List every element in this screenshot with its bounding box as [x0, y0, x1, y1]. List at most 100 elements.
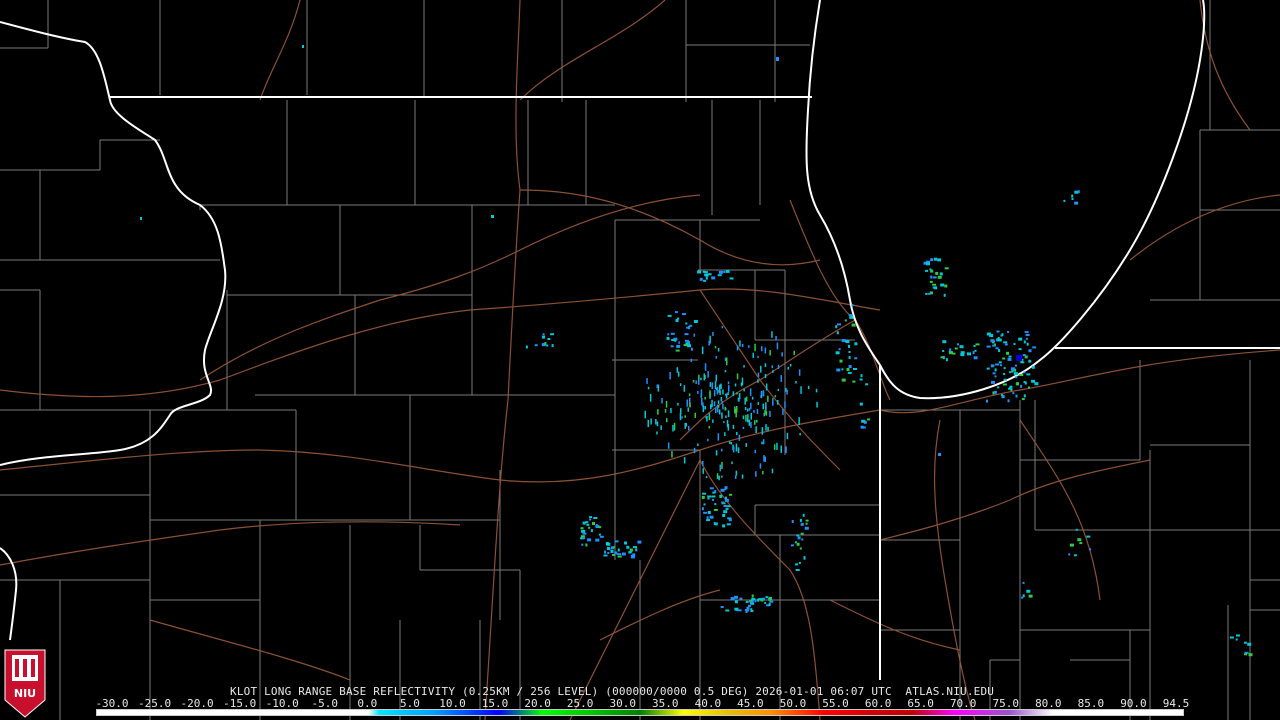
echo-pixel [784, 401, 786, 409]
echo-pixel [695, 380, 697, 385]
echo-pixel [711, 276, 716, 280]
echo-pixel [992, 344, 996, 347]
echo-pixel [804, 526, 809, 530]
echo-pixel [683, 344, 688, 347]
echo-pixel [656, 431, 658, 435]
echo-pixel [647, 419, 649, 428]
echo-pixel [684, 339, 689, 342]
echo-pixel [776, 57, 779, 61]
echo-pixel [751, 597, 756, 600]
echo-pixel [972, 351, 975, 355]
echo-pixel [542, 335, 545, 339]
echo-pixel [715, 407, 717, 413]
echo-pixel [786, 432, 789, 440]
echo-pixel [617, 553, 621, 556]
echo-pixel [700, 389, 703, 397]
echo-pixel [707, 497, 710, 500]
echo-pixel [800, 386, 802, 394]
echo-pixel [730, 442, 733, 445]
echo-pixel [952, 352, 956, 355]
echo-pixel [705, 276, 708, 280]
echo-pixel [747, 417, 749, 423]
echo-pixel [715, 356, 718, 359]
echo-pixel [649, 393, 652, 402]
echo-pixel [865, 383, 869, 386]
echo-pixel [737, 447, 740, 454]
echo-pixel [762, 439, 765, 445]
echo-pixel [754, 420, 756, 425]
echo-pixel [744, 609, 748, 611]
echo-pixel [764, 410, 766, 415]
echo-pixel [1003, 341, 1008, 344]
echo-pixel [772, 398, 774, 406]
echo-pixel [734, 406, 736, 414]
echo-pixel [723, 421, 725, 424]
echo-pixel [711, 495, 716, 498]
echo-pixel [583, 537, 586, 540]
echo-pixel [617, 555, 622, 558]
echo-pixel [624, 541, 627, 545]
echo-pixel [795, 569, 800, 571]
echo-pixel [721, 501, 725, 504]
echo-pixel [1236, 634, 1240, 637]
echo-pixel [713, 390, 716, 397]
echo-pixel [1247, 642, 1252, 646]
echo-pixel [692, 380, 695, 383]
echo-pixel [1010, 367, 1015, 371]
echo-pixel [708, 416, 711, 421]
echo-pixel [925, 269, 929, 272]
echo-pixel [837, 323, 841, 326]
echo-pixel [750, 422, 752, 428]
echo-pixel [861, 419, 866, 423]
echo-pixel [1244, 653, 1247, 656]
echo-pixel [707, 371, 709, 378]
echo-pixel [713, 509, 718, 511]
echo-pixel [585, 521, 589, 524]
echo-pixel [839, 359, 843, 363]
echo-pixel [726, 505, 731, 508]
echo-pixel [754, 449, 756, 454]
echo-pixel [657, 409, 659, 415]
echo-pixel [800, 532, 804, 535]
echo-pixel [1031, 379, 1036, 383]
echo-pixel [724, 370, 727, 373]
echo-pixel [727, 381, 730, 385]
echo-pixel [712, 419, 714, 423]
echo-pixel [1022, 354, 1026, 357]
echo-pixel [791, 520, 794, 523]
echo-pixel [630, 555, 635, 559]
echo-pixel [693, 320, 698, 323]
echo-pixel [546, 344, 549, 347]
echo-pixel [674, 311, 678, 314]
echo-pixel [994, 375, 997, 378]
echo-pixel [717, 347, 720, 352]
echo-pixel [932, 283, 937, 286]
echo-pixel [717, 400, 720, 405]
echo-pixel [767, 395, 769, 402]
echo-pixel [716, 473, 719, 480]
echo-pixel [603, 554, 608, 557]
echo-pixel [598, 533, 601, 536]
echo-pixel [678, 341, 680, 344]
echo-pixel [709, 382, 712, 387]
echo-pixel [637, 540, 642, 544]
echo-pixel [718, 475, 720, 481]
echo-pixel [990, 364, 994, 368]
echo-pixel [762, 403, 764, 410]
echo-pixel [1229, 636, 1234, 639]
echo-pixel [769, 410, 771, 417]
echo-pixel [1009, 371, 1012, 374]
echo-pixel [741, 343, 744, 348]
echo-pixel [768, 602, 771, 606]
echo-pixel [747, 408, 749, 412]
echo-pixel [757, 372, 760, 377]
echo-pixel [781, 352, 783, 357]
echo-pixel [939, 272, 943, 276]
echo-pixel [859, 402, 863, 406]
echo-pixel [708, 426, 710, 429]
echo-pixel [738, 434, 741, 441]
echo-pixel [685, 423, 687, 427]
echo-pixel [703, 373, 705, 381]
echo-pixel [685, 322, 688, 325]
echo-pixel [1235, 638, 1238, 641]
